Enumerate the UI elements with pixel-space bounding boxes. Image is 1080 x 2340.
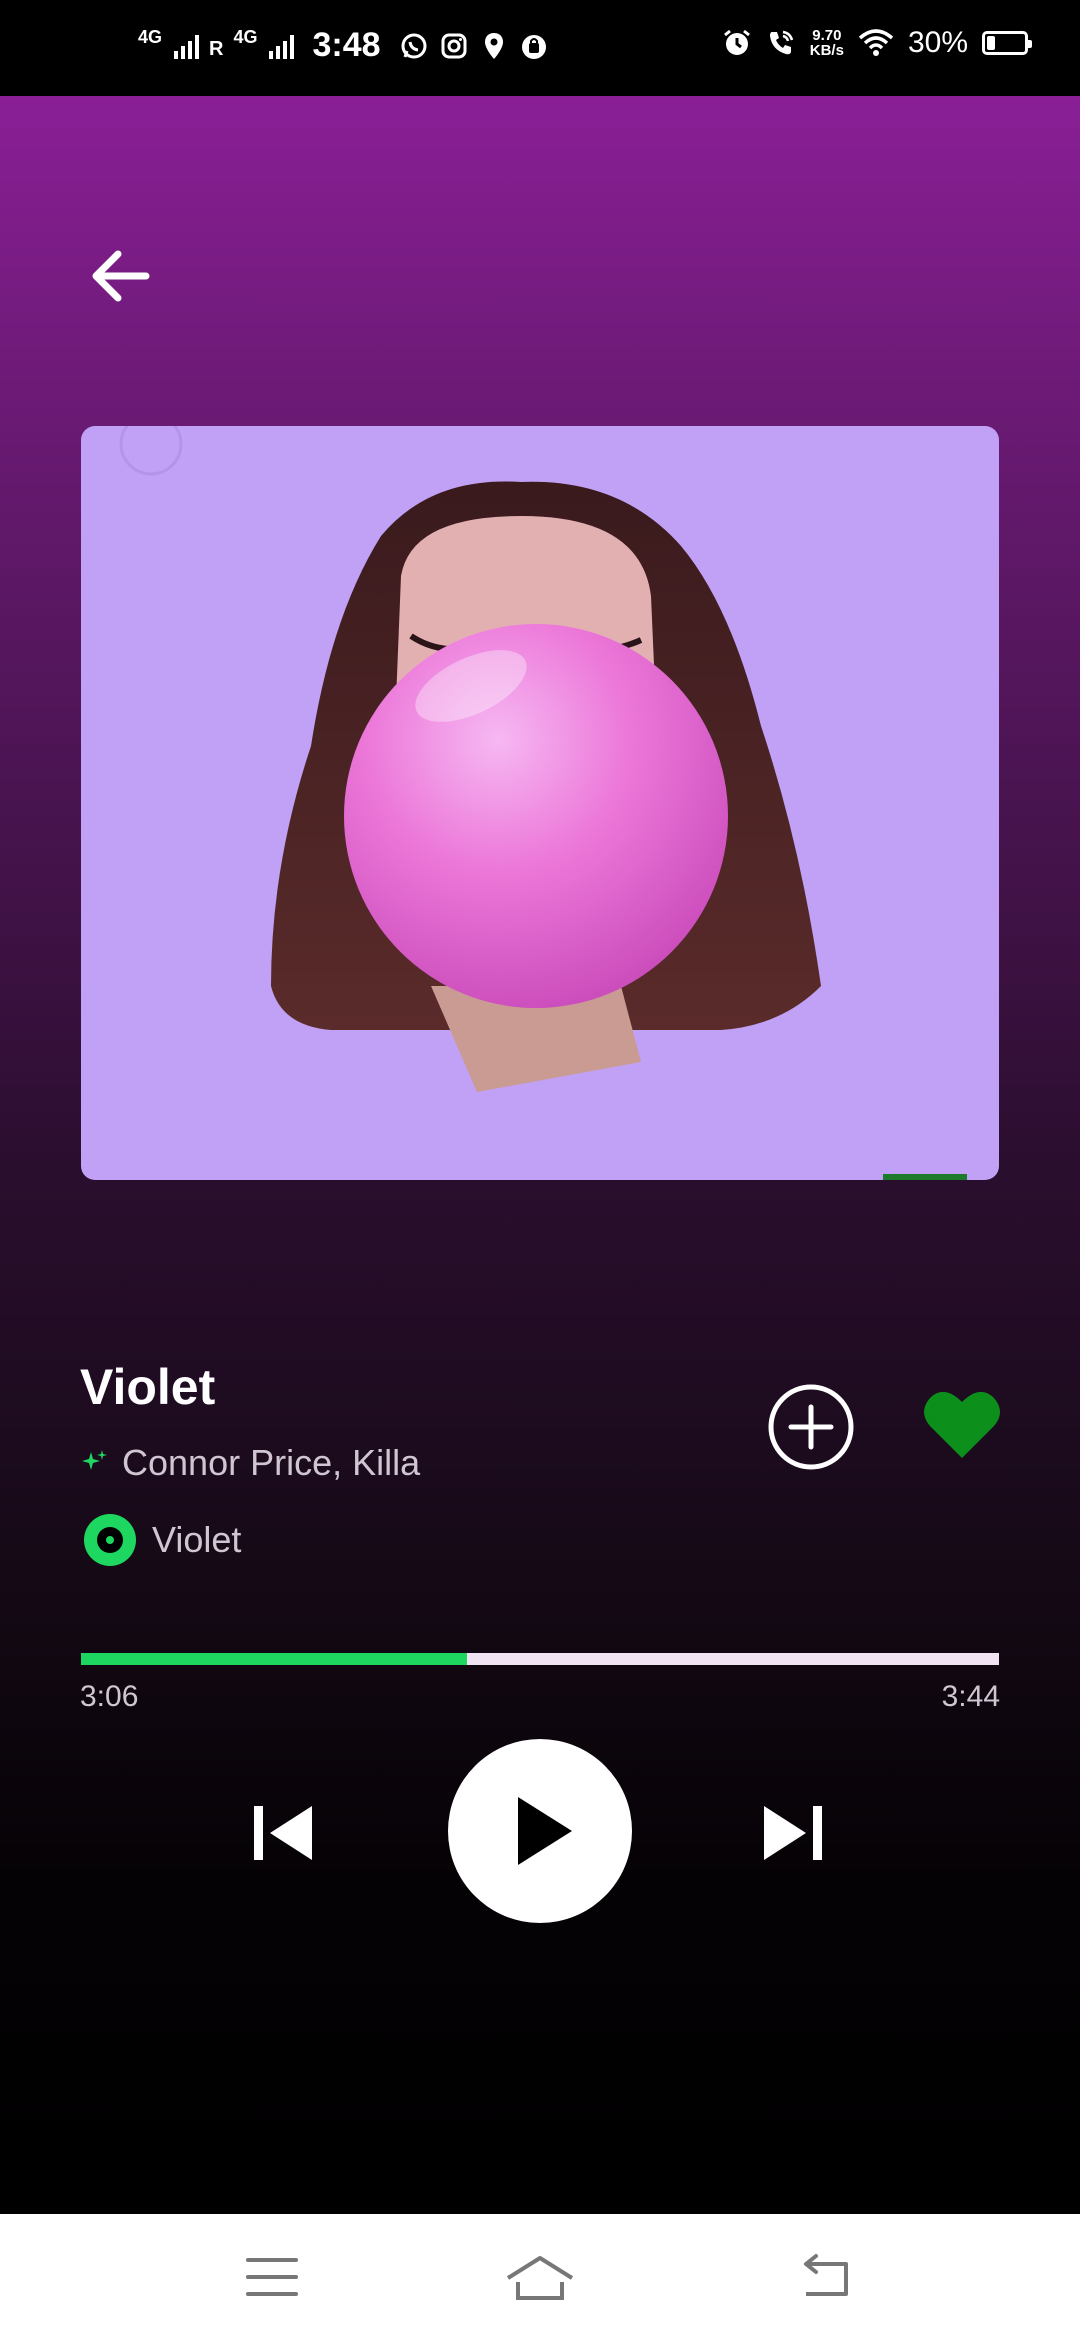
maps-pin-icon xyxy=(479,31,509,61)
roaming-indicator: R xyxy=(209,38,224,60)
signal-strength-icon xyxy=(269,33,295,59)
battery-percent: 30% xyxy=(907,26,968,59)
sparkle-icon xyxy=(82,1450,107,1470)
wifi-icon xyxy=(858,28,894,58)
like-button[interactable] xyxy=(922,1386,1002,1462)
recents-button[interactable] xyxy=(244,2250,314,2304)
alarm-icon xyxy=(722,28,752,58)
network-type-2: 4G xyxy=(233,27,258,47)
home-icon xyxy=(506,2256,574,2300)
skip-previous-icon xyxy=(254,1806,312,1860)
speed-value: 9.70 xyxy=(812,27,842,44)
back-nav-button[interactable] xyxy=(796,2250,866,2304)
skip-next-button[interactable] xyxy=(756,1796,830,1870)
back-button[interactable] xyxy=(84,238,160,314)
home-button[interactable] xyxy=(504,2250,574,2304)
shopping-bag-icon xyxy=(519,31,549,61)
plus-circle-icon xyxy=(768,1384,854,1470)
skip-previous-button[interactable] xyxy=(246,1796,320,1870)
seek-bar[interactable] xyxy=(81,1653,999,1665)
album-art xyxy=(81,426,999,1180)
battery-icon xyxy=(982,31,1032,55)
artist-names[interactable]: Connor Price, Killa xyxy=(122,1442,420,1484)
wifi-calling-icon xyxy=(766,28,796,58)
network-speed: 9.70 KB/s xyxy=(810,28,844,58)
signal-strength-icon xyxy=(174,33,200,59)
menu-icon xyxy=(246,2258,298,2296)
track-title: Violet xyxy=(80,1359,216,1415)
total-duration: 3:44 xyxy=(941,1680,1000,1713)
now-playing-screen: Violet Connor Price, Killa Violet 3:06 3… xyxy=(0,96,1080,2214)
whatsapp-icon xyxy=(399,31,429,61)
album-art-illustration xyxy=(119,426,821,1092)
play-button[interactable] xyxy=(448,1739,632,1923)
status-bar: 4G R 4G 3:48 9.70 KB/s 30% xyxy=(0,0,1080,96)
system-nav-bar xyxy=(0,2214,1080,2340)
elapsed-time: 3:06 xyxy=(80,1680,139,1713)
add-to-playlist-button[interactable] xyxy=(766,1382,856,1472)
instagram-icon xyxy=(439,31,469,61)
battery-fill xyxy=(987,36,995,50)
album-name[interactable]: Violet xyxy=(152,1519,241,1561)
network-type-1: 4G xyxy=(138,27,163,47)
speed-unit: KB/s xyxy=(809,42,844,59)
skip-next-icon xyxy=(764,1806,822,1860)
status-bar-left: 4G R 4G 3:48 xyxy=(138,26,549,65)
artist-row[interactable]: Connor Price, Killa xyxy=(80,1442,420,1484)
album-row[interactable]: Violet xyxy=(84,1514,241,1566)
album-disc-icon xyxy=(84,1514,136,1566)
album-art-accent xyxy=(883,1174,967,1180)
back-icon xyxy=(804,2254,848,2296)
seek-bar-progress xyxy=(81,1653,467,1665)
play-icon xyxy=(518,1797,572,1865)
arrow-left-icon xyxy=(92,250,150,302)
clock: 3:48 xyxy=(312,26,381,64)
heart-filled-icon xyxy=(924,1391,1000,1458)
status-bar-right: 9.70 KB/s 30% xyxy=(722,26,1032,60)
